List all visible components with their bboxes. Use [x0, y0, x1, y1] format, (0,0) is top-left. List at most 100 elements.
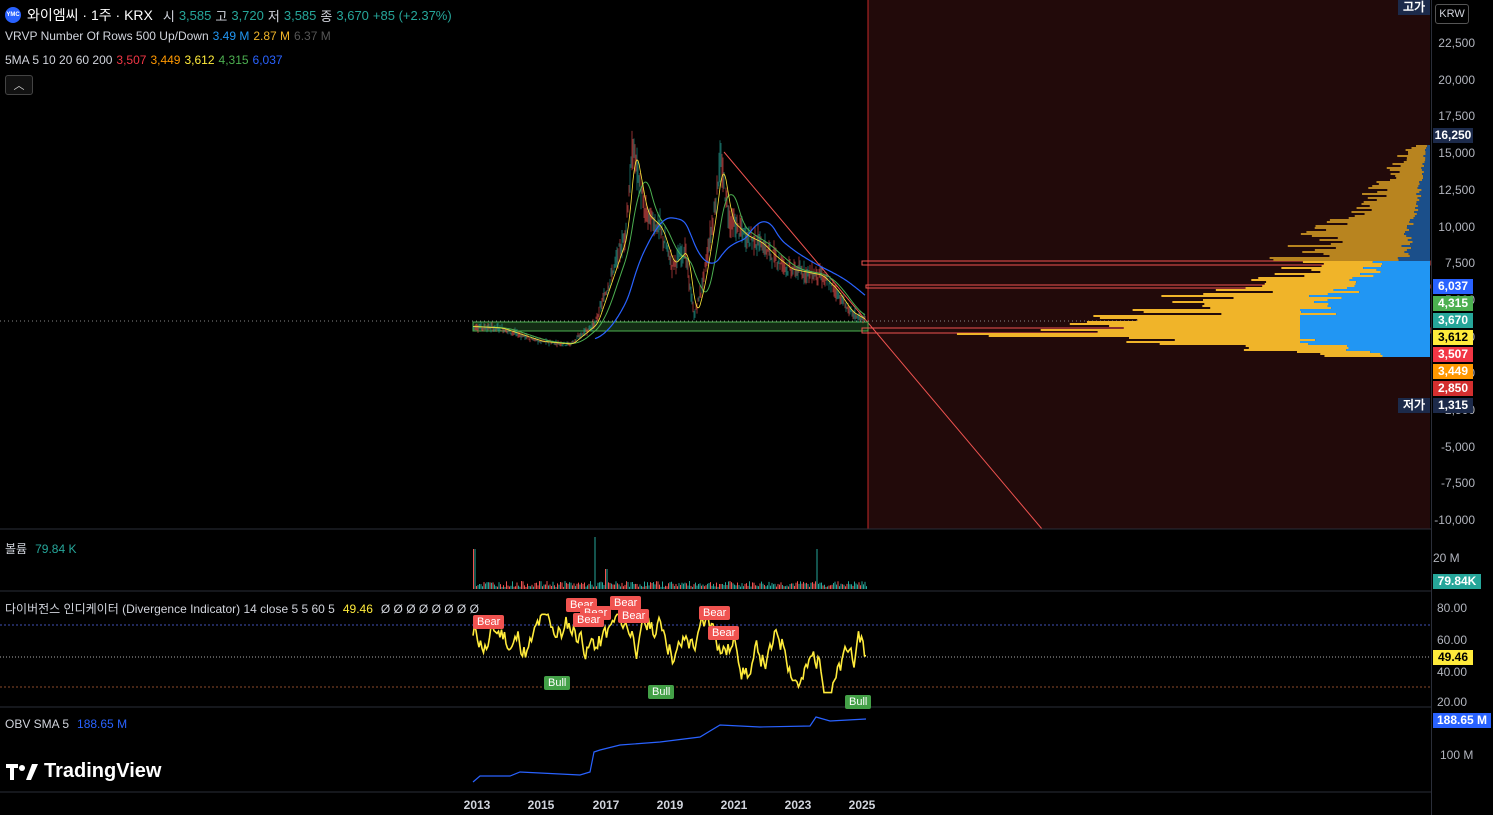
low-badge: 1,315 [1433, 398, 1473, 413]
sma60-badge: 4,315 [1433, 296, 1473, 311]
volume-bar [660, 586, 662, 589]
bear-signal[interactable]: Bear [708, 626, 740, 640]
sma200-value: 6,037 [252, 53, 283, 67]
bull-signal[interactable]: Bull [544, 676, 571, 690]
symbol-title[interactable]: 와이엠씨 · 1주 · KRX [27, 5, 153, 25]
volume-value: 79.84 K [35, 541, 77, 556]
volume-profile-bar [1161, 295, 1310, 297]
time-axis-tick: 2025 [848, 798, 876, 812]
volume-profile-bar [1390, 173, 1423, 175]
obv-legend[interactable]: OBV SMA 5 188.65 M [5, 717, 127, 731]
volume-bar [548, 585, 549, 589]
volume-profile-bar [1355, 283, 1430, 285]
volume-bar [819, 582, 821, 589]
volume-bar [687, 585, 689, 589]
volume-profile-bar [1040, 329, 1300, 331]
volume-profile-bar [1323, 263, 1383, 265]
bull-signal[interactable]: Bull [845, 695, 872, 709]
volume-profile-bar [1369, 205, 1418, 207]
bear-signal[interactable]: Bear [573, 613, 605, 627]
volume-bar [812, 582, 813, 589]
bear-signal[interactable]: Bear [610, 596, 642, 610]
tradingview-logo[interactable]: TradingView [6, 760, 161, 783]
volume-bar [698, 583, 699, 589]
volume-profile-bar [1401, 245, 1430, 247]
bear-signal[interactable]: Bear [473, 615, 505, 629]
volume-bar [783, 586, 785, 589]
volume-profile-bar [1300, 341, 1430, 343]
rsi-axis-40: 40.00 [1437, 665, 1468, 679]
volume-profile-bar [1410, 243, 1430, 245]
volume-profile-bar [1416, 201, 1430, 203]
volume-profile-bar [1415, 145, 1428, 147]
volume-profile-bar [1300, 233, 1405, 235]
volume-profile-bar [1351, 211, 1415, 213]
sma60-value: 4,315 [218, 53, 249, 67]
volume-profile-bar [1425, 151, 1430, 153]
volume-profile-bar [1424, 161, 1430, 163]
volume-profile-bar [1172, 301, 1315, 303]
volume-profile-bar [1269, 257, 1398, 259]
volume-bar [863, 584, 864, 589]
volume-bar [567, 583, 569, 589]
sma5-value: 3,507 [116, 53, 147, 67]
volume-profile-bar [1281, 267, 1364, 269]
price-axis-tick: 7,500 [1444, 256, 1475, 271]
volume-profile-bar [1354, 285, 1430, 287]
volume-bar [831, 584, 833, 589]
symbol-legend[interactable]: YMC 와이엠씨 · 1주 · KRX 시 3,585 고 3,720 저 3,585… [5, 5, 452, 25]
volume-profile-bar [1413, 217, 1430, 219]
collapse-legend-button[interactable]: ︿ [5, 75, 33, 95]
volume-profile-bar [1203, 293, 1328, 295]
volume-bar [545, 584, 546, 589]
divergence-legend[interactable]: 다이버전스 인디케이터 (Divergence Indicator) 14 cl… [5, 600, 479, 617]
volume-bar [807, 584, 809, 589]
volume-profile-bar [1262, 285, 1355, 287]
volume-legend[interactable]: 볼륨 79.84 K [5, 540, 76, 557]
volume-profile-bar [1416, 203, 1430, 205]
volume-bar [539, 581, 540, 589]
volume-profile-bar [1416, 213, 1430, 215]
volume-profile-bar [1409, 255, 1430, 257]
bear-signal[interactable]: Bear [618, 609, 650, 623]
volume-profile-bar [1099, 317, 1300, 319]
volume-bar [503, 585, 504, 589]
sma-legend[interactable]: 5MA 5 10 20 60 200 3,507 3,449 3,612 4,3… [5, 53, 283, 67]
volume-bar [692, 586, 693, 589]
bear-signal[interactable]: Bear [699, 606, 731, 620]
volume-profile-bar [1372, 185, 1419, 187]
volume-bar [771, 582, 773, 589]
volume-profile-bar [1371, 209, 1419, 211]
volume-profile-bar [1320, 353, 1381, 355]
volume-bar [585, 586, 587, 589]
volume-bar [689, 581, 690, 589]
volume-bar [720, 584, 722, 589]
volume-profile-bar [1392, 163, 1423, 165]
volume-profile-bar [1327, 299, 1430, 301]
vrvp-legend[interactable]: VRVP Number Of Rows 500 Up/Down 3.49 M 2… [5, 29, 331, 43]
support-zone[interactable] [472, 321, 869, 332]
level-badge: 2,850 [1433, 381, 1473, 396]
currency-button[interactable]: KRW [1435, 4, 1469, 24]
volume-bar [717, 586, 719, 589]
volume-bar [822, 585, 824, 589]
volume-profile-bar [1426, 147, 1430, 149]
volume-profile-bar [1300, 315, 1430, 317]
volume-profile-bar [1093, 315, 1300, 317]
volume-profile-bar [1370, 351, 1430, 353]
sma10-badge: 3,449 [1433, 364, 1473, 379]
time-axis-tick: 2021 [720, 798, 748, 812]
volume-profile-bar [1378, 183, 1420, 185]
chart-canvas[interactable] [0, 0, 1431, 815]
volume-profile-bar [1341, 297, 1430, 299]
sma20-value: 3,612 [184, 53, 215, 67]
volume-profile-bar [1416, 193, 1430, 195]
volume-profile-bar [1419, 181, 1430, 183]
bull-signal[interactable]: Bull [648, 685, 675, 699]
volume-profile-bar [1419, 199, 1430, 201]
volume-bar [549, 584, 551, 589]
volume-bar [668, 583, 669, 589]
volume-bar [672, 583, 674, 589]
volume-bar [621, 582, 623, 589]
volume-bar [728, 581, 729, 589]
